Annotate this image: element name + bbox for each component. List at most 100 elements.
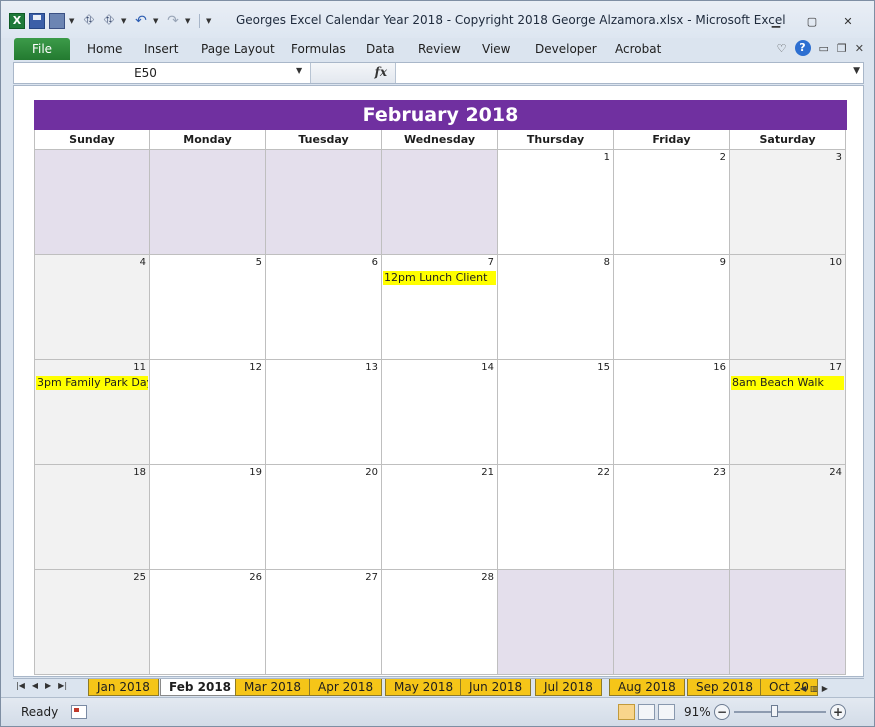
calendar-day-cell[interactable]: 4 bbox=[34, 255, 150, 360]
undo-icon[interactable]: ↶ bbox=[133, 13, 149, 29]
tab-page-layout[interactable]: Page Layout bbox=[201, 42, 275, 56]
worksheet[interactable]: February 2018 Sunday Monday Tuesday Wedn… bbox=[13, 85, 864, 677]
calendar-day-cell[interactable]: 26 bbox=[150, 570, 266, 675]
calendar-day-cell[interactable]: 14 bbox=[382, 360, 498, 465]
calendar-day-cell[interactable]: 13 bbox=[266, 360, 382, 465]
sheet-tab[interactable]: Jul 2018 bbox=[535, 679, 602, 696]
tab-home[interactable]: Home bbox=[87, 42, 122, 56]
calendar-event[interactable]: 3pm Family Park Day bbox=[36, 376, 148, 390]
zoom-slider-thumb[interactable] bbox=[771, 705, 779, 717]
chevron-down-icon[interactable]: ▼ bbox=[69, 17, 77, 25]
zoom-level[interactable]: 91% bbox=[684, 705, 711, 719]
calendar-day-cell[interactable]: 19 bbox=[150, 465, 266, 570]
tab-acrobat[interactable]: Acrobat bbox=[615, 42, 661, 56]
calendar-day-cell[interactable] bbox=[266, 150, 382, 255]
calendar-day-cell[interactable]: 24 bbox=[730, 465, 846, 570]
horizontal-scrollbar[interactable]: ◀ ▥ ▶ bbox=[800, 681, 860, 695]
calendar-day-cell[interactable]: 22 bbox=[498, 465, 614, 570]
calendar-day-cell[interactable]: 28 bbox=[382, 570, 498, 675]
chevron-down-icon[interactable]: ▼ bbox=[153, 17, 161, 25]
expand-formula-bar-icon[interactable]: ▼ bbox=[853, 66, 860, 76]
calendar-day-cell[interactable] bbox=[34, 150, 150, 255]
chevron-down-icon[interactable]: ▼ bbox=[121, 17, 129, 25]
calendar-day-cell[interactable] bbox=[614, 570, 730, 675]
tab-developer[interactable]: Developer bbox=[535, 42, 597, 56]
calendar-day-cell[interactable]: 10 bbox=[730, 255, 846, 360]
page-break-view-icon[interactable] bbox=[658, 704, 675, 720]
chevron-down-icon[interactable]: ▼ bbox=[185, 17, 193, 25]
calendar-day-cell[interactable]: 25 bbox=[34, 570, 150, 675]
calendar-day-cell[interactable] bbox=[150, 150, 266, 255]
sheet-tab[interactable]: Aug 2018 bbox=[609, 679, 685, 696]
sheet-tab[interactable]: Feb 2018 bbox=[160, 679, 241, 696]
name-box-dropdown-icon[interactable]: ▼ bbox=[296, 66, 302, 75]
calendar-day-cell[interactable]: 20 bbox=[266, 465, 382, 570]
find-icon[interactable]: ⛗ bbox=[81, 13, 97, 29]
sheet-tab[interactable]: May 2018 bbox=[385, 679, 463, 696]
calendar-day-cell[interactable]: 27 bbox=[266, 570, 382, 675]
workbook-close-icon[interactable]: ✕ bbox=[855, 42, 864, 55]
calendar-day-cell[interactable] bbox=[730, 570, 846, 675]
calendar-day-cell[interactable]: 18 bbox=[34, 465, 150, 570]
calendar-day-cell[interactable] bbox=[498, 570, 614, 675]
calendar-day-cell[interactable]: 16 bbox=[614, 360, 730, 465]
tab-view[interactable]: View bbox=[482, 42, 510, 56]
redo-icon[interactable]: ↷ bbox=[165, 13, 181, 29]
prev-sheet-icon[interactable]: ◀ bbox=[32, 681, 38, 690]
calendar-day-cell[interactable]: 2 bbox=[614, 150, 730, 255]
next-sheet-icon[interactable]: ▶ bbox=[45, 681, 51, 690]
customize-qat-icon[interactable]: ▼ bbox=[206, 17, 214, 25]
normal-view-icon[interactable] bbox=[618, 704, 635, 720]
excel-logo-icon[interactable]: X bbox=[9, 13, 25, 29]
name-box[interactable]: E50 bbox=[14, 63, 297, 83]
calendar-day-cell[interactable]: 8 bbox=[498, 255, 614, 360]
save-icon[interactable] bbox=[29, 13, 45, 29]
tab-insert[interactable]: Insert bbox=[144, 42, 178, 56]
scroll-right-icon[interactable]: ▶ bbox=[822, 684, 828, 693]
calendar-day-cell[interactable]: 7 12pm Lunch Client bbox=[382, 255, 498, 360]
tab-data[interactable]: Data bbox=[366, 42, 395, 56]
close-icon[interactable]: ✕ bbox=[830, 13, 866, 31]
zoom-out-icon[interactable]: − bbox=[714, 704, 730, 720]
calendar-day-cell[interactable]: 17 8am Beach Walk bbox=[730, 360, 846, 465]
tab-file[interactable]: File bbox=[14, 38, 70, 60]
calendar-day-cell[interactable]: 23 bbox=[614, 465, 730, 570]
sheet-tab[interactable]: Sep 2018 bbox=[687, 679, 762, 696]
calendar-day-cell[interactable]: 5 bbox=[150, 255, 266, 360]
calendar-day-cell[interactable]: 11 3pm Family Park Day bbox=[34, 360, 150, 465]
calendar-day-cell[interactable]: 15 bbox=[498, 360, 614, 465]
sheet-tab[interactable]: Jan 2018 bbox=[88, 679, 159, 696]
calendar-event[interactable]: 8am Beach Walk bbox=[731, 376, 844, 390]
calendar-day-cell[interactable]: 9 bbox=[614, 255, 730, 360]
scroll-thumb[interactable]: ▥ bbox=[810, 684, 818, 693]
calendar-day-cell[interactable]: 6 bbox=[266, 255, 382, 360]
first-sheet-icon[interactable]: |◀ bbox=[16, 681, 25, 690]
sheet-tab[interactable]: Apr 2018 bbox=[309, 679, 383, 696]
zoom-in-icon[interactable]: + bbox=[830, 704, 846, 720]
workbook-minimize-icon[interactable]: ▭ bbox=[819, 42, 829, 55]
last-sheet-icon[interactable]: ▶| bbox=[58, 681, 67, 690]
calendar-day-cell[interactable] bbox=[382, 150, 498, 255]
help-icon[interactable]: ? bbox=[794, 40, 811, 56]
calendar-day-cell[interactable]: 12 bbox=[150, 360, 266, 465]
minimize-icon[interactable]: ▁ bbox=[758, 13, 794, 31]
calendar-day-cell[interactable]: 1 bbox=[498, 150, 614, 255]
calendar-event[interactable]: 12pm Lunch Client bbox=[383, 271, 496, 285]
calendar-day-cell[interactable]: 3 bbox=[730, 150, 846, 255]
tab-formulas[interactable]: Formulas bbox=[291, 42, 346, 56]
zoom-slider[interactable] bbox=[734, 705, 826, 717]
workbook-restore-icon[interactable]: ❐ bbox=[837, 42, 847, 55]
find-replace-icon[interactable]: ⛗ bbox=[101, 13, 117, 29]
sheet-tab[interactable]: Mar 2018 bbox=[235, 679, 310, 696]
ribbon-minimize-icon[interactable]: ♡ bbox=[777, 42, 787, 55]
form-icon[interactable] bbox=[49, 13, 65, 29]
scroll-left-icon[interactable]: ◀ bbox=[800, 684, 806, 693]
maximize-icon[interactable]: ▢ bbox=[794, 13, 830, 31]
excel-window: X ▼ ⛗ ⛗ ▼ ↶ ▼ ↷ ▼ ▼ Georges Excel Calend… bbox=[0, 0, 875, 727]
page-layout-view-icon[interactable] bbox=[638, 704, 655, 720]
sheet-tab[interactable]: Jun 2018 bbox=[460, 679, 532, 696]
insert-function-icon[interactable]: fx bbox=[375, 65, 387, 79]
calendar-day-cell[interactable]: 21 bbox=[382, 465, 498, 570]
record-macro-icon[interactable] bbox=[71, 705, 87, 719]
tab-review[interactable]: Review bbox=[418, 42, 461, 56]
